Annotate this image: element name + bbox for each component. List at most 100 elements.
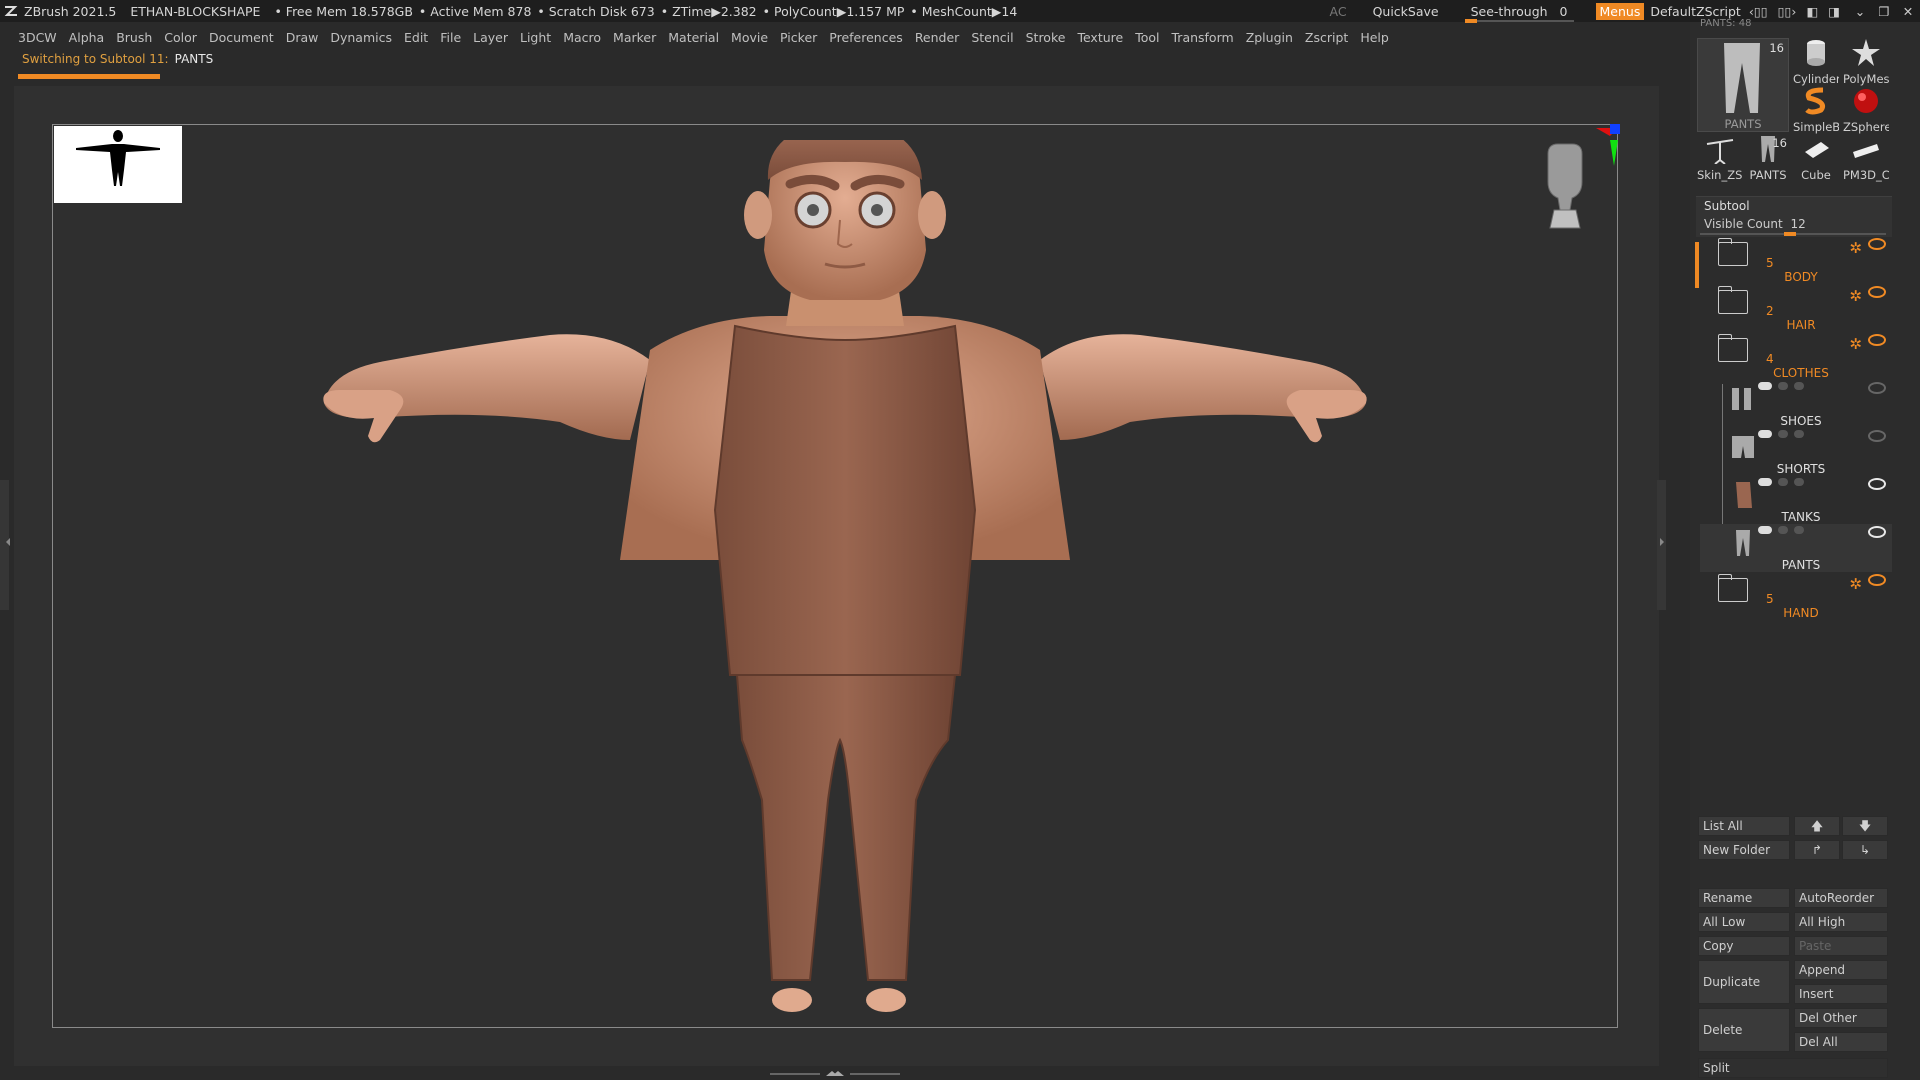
eye-icon[interactable] [1868, 286, 1886, 298]
tool-zsphere[interactable]: ZSphere [1843, 86, 1889, 134]
right-tray-toggle[interactable] [1657, 480, 1666, 610]
subtool-folder-hair[interactable]: 2 ✲ HAIR [1700, 284, 1892, 332]
quicksave-button[interactable]: QuickSave [1373, 4, 1439, 19]
autoreorder-button[interactable]: AutoReorder [1794, 888, 1888, 908]
tool-cylinder[interactable]: Cylinder [1793, 38, 1839, 86]
ac-button[interactable]: AC [1330, 4, 1347, 19]
eye-icon[interactable] [1868, 334, 1886, 346]
append-button[interactable]: Append [1794, 960, 1888, 980]
rename-button[interactable]: Rename [1698, 888, 1790, 908]
subtool-header[interactable]: Subtool Visible Count 12 [1696, 196, 1892, 237]
current-tool[interactable]: 16 PANTS [1697, 38, 1789, 132]
visible-count-slider[interactable]: Visible Count 12 [1704, 217, 1806, 231]
gear-icon[interactable]: ✲ [1849, 335, 1862, 353]
subtool-folder-body[interactable]: 5 ✲ BODY [1700, 236, 1892, 284]
close-icon[interactable]: ✕ [1896, 4, 1920, 19]
eye-icon[interactable] [1868, 574, 1886, 586]
del-other-button[interactable]: Del Other [1794, 1008, 1888, 1028]
eye-icon[interactable] [1868, 238, 1886, 250]
folder-icon [1718, 574, 1748, 602]
menu-preferences[interactable]: Preferences [829, 30, 903, 45]
menu-render[interactable]: Render [915, 30, 960, 45]
eye-icon[interactable] [1868, 430, 1886, 442]
default-zscript-button[interactable]: DefaultZScript [1650, 4, 1741, 19]
paste-button[interactable]: Paste [1794, 936, 1888, 956]
shoes-thumbnail-icon [1732, 388, 1751, 410]
tool-polymesh[interactable]: PolyMes [1843, 38, 1889, 86]
del-all-button[interactable]: Del All [1794, 1032, 1888, 1052]
menu-texture[interactable]: Texture [1077, 30, 1123, 45]
minimize-icon[interactable]: ⌄ [1848, 4, 1872, 19]
eye-icon[interactable] [1868, 478, 1886, 490]
left-tray-toggle[interactable] [0, 480, 10, 610]
menu-transform[interactable]: Transform [1172, 30, 1234, 45]
list-all-button[interactable]: List All [1698, 816, 1790, 836]
move-down-icon[interactable]: 🡇 [1842, 816, 1888, 836]
new-folder-button[interactable]: New Folder [1698, 840, 1790, 860]
menu-picker[interactable]: Picker [780, 30, 817, 45]
subtool-folder-hand[interactable]: 5 ✲ HAND [1700, 572, 1892, 620]
gear-icon[interactable]: ✲ [1849, 287, 1862, 305]
menu-stroke[interactable]: Stroke [1026, 30, 1066, 45]
seethrough-track[interactable] [1464, 18, 1574, 23]
cylinder-icon [1807, 40, 1825, 66]
eye-icon[interactable] [1868, 526, 1886, 538]
folder-icon [1718, 286, 1748, 314]
menu-tool[interactable]: Tool [1135, 30, 1159, 45]
menu-layer[interactable]: Layer [473, 30, 508, 45]
move-into-folder-icon[interactable]: ↱ [1794, 840, 1840, 860]
menu-file[interactable]: File [440, 30, 461, 45]
menu-dynamics[interactable]: Dynamics [330, 30, 392, 45]
menu-edit[interactable]: Edit [404, 30, 428, 45]
tool-pants[interactable]: 16 PANTS [1745, 134, 1791, 182]
menu-movie[interactable]: Movie [731, 30, 768, 45]
subtool-folder-clothes[interactable]: 4 ✲ CLOTHES [1700, 332, 1892, 380]
copy-layout-icon[interactable]: ◧ [1806, 4, 1818, 19]
menu-alpha[interactable]: Alpha [69, 30, 105, 45]
menu-macro[interactable]: Macro [563, 30, 601, 45]
gear-icon[interactable]: ✲ [1849, 239, 1862, 257]
tool-pm3d-cube[interactable]: PM3D_C [1843, 134, 1889, 182]
layout-prev-icon[interactable]: ‹▯▯ [1749, 4, 1768, 19]
menu-marker[interactable]: Marker [613, 30, 656, 45]
menu-zplugin[interactable]: Zplugin [1246, 30, 1293, 45]
subtool-pants-selected[interactable]: PANTS [1700, 524, 1892, 572]
character-model[interactable] [320, 140, 1370, 1020]
restore-icon[interactable]: ❐ [1872, 4, 1896, 19]
menus-button[interactable]: Menus [1595, 2, 1645, 20]
split-section[interactable]: Split [1698, 1058, 1888, 1078]
insert-button[interactable]: Insert [1794, 984, 1888, 1004]
subtool-shorts[interactable]: SHORTS [1700, 428, 1892, 476]
paste-layout-icon[interactable]: ◨ [1828, 4, 1840, 19]
move-out-folder-icon[interactable]: ↳ [1842, 840, 1888, 860]
delete-button[interactable]: Delete [1698, 1008, 1790, 1052]
tool-cube[interactable]: Cube [1793, 134, 1839, 182]
menu-light[interactable]: Light [520, 30, 551, 45]
tool-simplebrush[interactable]: SimpleB [1793, 86, 1839, 134]
gear-icon[interactable]: ✲ [1849, 575, 1862, 593]
menu-document[interactable]: Document [209, 30, 274, 45]
menu-3dcw[interactable]: 3DCW [18, 30, 57, 45]
menu-help[interactable]: Help [1360, 30, 1389, 45]
all-high-button[interactable]: All High [1794, 912, 1888, 932]
orientation-gizmo[interactable] [1520, 124, 1620, 254]
menu-draw[interactable]: Draw [286, 30, 319, 45]
all-low-button[interactable]: All Low [1698, 912, 1790, 932]
layout-next-icon[interactable]: ▯▯› [1778, 4, 1797, 19]
move-up-icon[interactable]: 🡅 [1794, 816, 1840, 836]
menu-brush[interactable]: Brush [116, 30, 152, 45]
duplicate-button[interactable]: Duplicate [1698, 960, 1790, 1004]
copy-button[interactable]: Copy [1698, 936, 1790, 956]
seethrough-slider[interactable]: See-through 0 [1464, 4, 1574, 23]
eye-icon[interactable] [1868, 382, 1886, 394]
subtool-tanks[interactable]: TANKS [1700, 476, 1892, 524]
menu-color[interactable]: Color [164, 30, 197, 45]
bottom-tray-handle[interactable] [770, 1071, 900, 1077]
tool-skin-zsphere[interactable]: Skin_ZSp [1697, 134, 1743, 182]
visible-count-track[interactable] [1700, 232, 1886, 236]
menu-zscript[interactable]: Zscript [1305, 30, 1348, 45]
navigator-thumbnail[interactable] [54, 126, 182, 203]
menu-stencil[interactable]: Stencil [971, 30, 1013, 45]
subtool-shoes[interactable]: SHOES [1700, 380, 1892, 428]
menu-material[interactable]: Material [668, 30, 719, 45]
